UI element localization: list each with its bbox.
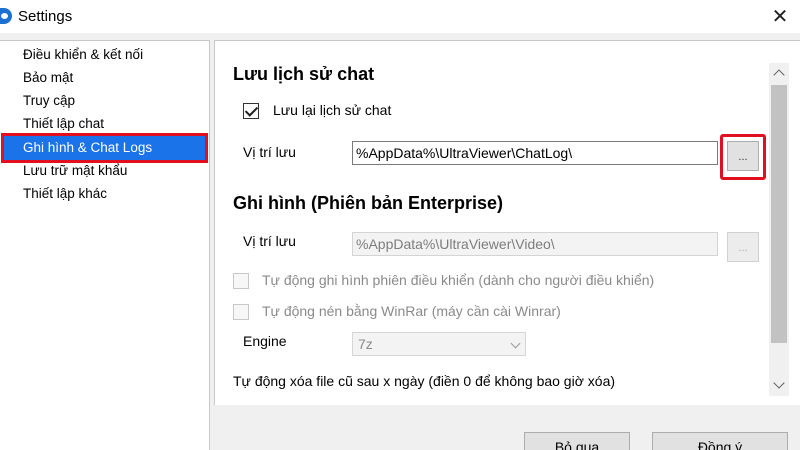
auto-compress-label: Tự động nén bằng WinRar (máy cần cài Win… (262, 303, 561, 319)
scroll-up-arrow-icon[interactable] (769, 63, 789, 83)
settings-content-panel: Lưu lịch sử chat Lưu lại lịch sử chat Vị… (214, 40, 800, 405)
chat-log-location-label: Vị trí lưu (243, 144, 296, 160)
chevron-down-icon (510, 338, 521, 349)
close-button[interactable]: ✕ (760, 0, 800, 33)
chat-log-browse-button[interactable]: ... (727, 141, 759, 171)
cancel-button[interactable]: Bỏ qua (524, 432, 630, 450)
recording-browse-button[interactable]: ... (727, 232, 759, 262)
sidebar-item-password-storage[interactable]: Lưu trữ mật khẩu (6, 160, 204, 182)
save-chat-history-label: Lưu lại lịch sử chat (273, 102, 392, 118)
auto-delete-label: Tự động xóa file cũ sau x ngày (điền 0 đ… (233, 373, 616, 389)
ultraviewer-logo-icon (0, 8, 12, 24)
chat-log-location-input[interactable]: %AppData%\UltraViewer\ChatLog\ (352, 141, 718, 165)
title-bar: Settings ✕ (0, 0, 800, 33)
sidebar-item-other-settings[interactable]: Thiết lập khác (6, 183, 204, 205)
engine-select-value: 7z (358, 336, 373, 352)
engine-label: Engine (243, 333, 287, 349)
auto-compress-checkbox[interactable] (233, 304, 249, 320)
window-title: Settings (18, 8, 73, 25)
vertical-scrollbar[interactable] (769, 63, 789, 396)
sidebar-item-chat-settings[interactable]: Thiết lập chat (6, 113, 204, 135)
settings-sidebar: Điều khiển & kết nối Bảo mật Truy cập Th… (0, 40, 210, 450)
ok-button[interactable]: Đồng ý (652, 432, 788, 450)
save-chat-history-checkbox[interactable] (243, 103, 259, 119)
sidebar-item-security[interactable]: Bảo mật (6, 67, 204, 89)
recording-location-label: Vị trí lưu (243, 233, 296, 249)
recording-section-title: Ghi hình (Phiên bản Enterprise) (233, 193, 504, 213)
scroll-thumb[interactable] (771, 85, 787, 343)
chat-log-section-title: Lưu lịch sử chat (233, 64, 375, 84)
sidebar-item-access[interactable]: Truy cập (6, 90, 204, 112)
sidebar-item-control-connection[interactable]: Điều khiển & kết nối (6, 44, 204, 66)
auto-record-checkbox[interactable] (233, 273, 249, 289)
scroll-down-arrow-icon[interactable] (769, 376, 789, 396)
sidebar-item-recording-chat-logs[interactable]: Ghi hình & Chat Logs (1, 133, 208, 163)
engine-select[interactable]: 7z (352, 332, 526, 356)
recording-location-input[interactable]: %AppData%\UltraViewer\Video\ (352, 232, 718, 256)
auto-record-label: Tự động ghi hình phiên điều khiển (dành … (262, 272, 655, 288)
